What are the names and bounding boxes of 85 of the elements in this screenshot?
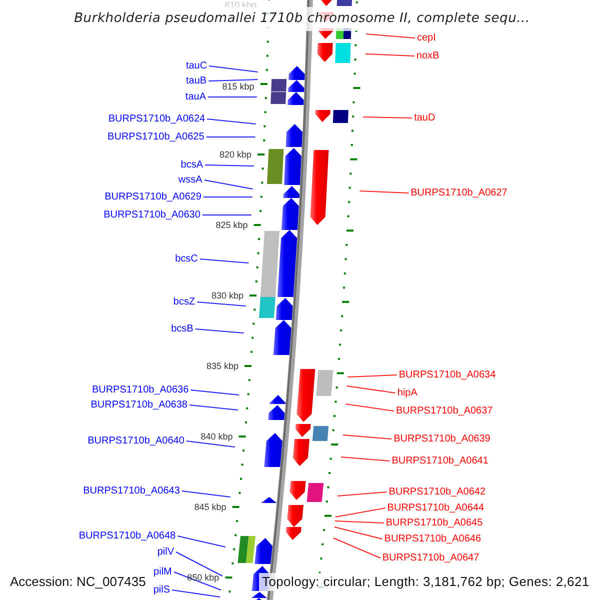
leader-line [194, 328, 244, 334]
leader-line [202, 214, 252, 216]
leader-line [366, 34, 416, 38]
gene-arrow [295, 424, 311, 437]
leader-line [340, 456, 390, 462]
leader-line [362, 116, 413, 118]
scale-label: 830 kbp [211, 290, 244, 300]
gene-arrow [288, 66, 305, 80]
gene-label: pilS [153, 584, 170, 596]
scale-label: 835 kbp [206, 361, 238, 371]
gene-label: BURPS1710b_A0637 [396, 406, 493, 416]
gene-label: BURPS1710b_A0630 [104, 210, 200, 220]
leader-line [359, 190, 410, 194]
gene-label: BURPS1710b_A0644 [387, 502, 484, 514]
leader-line [208, 66, 258, 72]
leader-line [204, 180, 254, 190]
gene-arrow [315, 110, 330, 122]
gene-arrow [290, 481, 306, 500]
gene-label: BURPS1710b_A0627 [410, 188, 508, 198]
gene-label: BURPS1710b_A0638 [90, 400, 188, 410]
gene-arrow [254, 538, 272, 564]
gene-label: tauC [186, 60, 208, 72]
scale-label: 845 kbp [194, 502, 226, 512]
gene-label: BURPS1710b_A0647 [382, 552, 480, 564]
gene-arrow [260, 497, 277, 503]
gene-arrow [264, 433, 282, 467]
gene-label: bcsZ [173, 296, 196, 308]
gene-label: BURPS1710b_A0629 [104, 192, 202, 202]
gene-label: BURPS1710b_A0636 [92, 384, 189, 396]
gene-arrow [296, 369, 316, 422]
gene-label: pilM [154, 566, 172, 578]
scale-label: 825 kbp [216, 220, 248, 230]
scale-label: 840 kbp [200, 432, 233, 442]
leader-line [334, 520, 384, 524]
leader-line [206, 136, 256, 138]
gene-arrow [292, 439, 310, 466]
gene-label: BURPS1710b_A0625 [108, 132, 204, 142]
leader-line [190, 390, 240, 396]
gene-arrow [288, 80, 304, 92]
gene-label: tauB [186, 76, 207, 86]
scale-label: 810 kbp [224, 0, 257, 10]
leader-line [206, 118, 256, 124]
leader-line [334, 508, 386, 518]
gene-label: BURPS1710b_A0640 [88, 436, 184, 446]
leader-line [208, 96, 258, 98]
leader-line [196, 302, 246, 306]
leader-line [199, 258, 250, 264]
scale-label: 820 kbp [219, 150, 252, 160]
gene-label: BURPS1710b_A0634 [398, 370, 496, 380]
gene-label: cepI [417, 32, 436, 44]
leader-line [345, 404, 394, 412]
scale-label: 850 kbp [187, 572, 220, 582]
gene-label: tauD [414, 112, 436, 124]
gene-label: bcsC [175, 254, 198, 264]
leader-line [346, 386, 396, 394]
gene-label: bcsA [180, 160, 203, 170]
scale-label: 815 kbp [222, 82, 254, 92]
leader-line [204, 164, 254, 166]
leader-line [336, 492, 388, 496]
gene-label: BURPS1710b_A0645 [386, 518, 483, 528]
leader-line [364, 54, 415, 56]
leader-line [177, 536, 226, 548]
gene-label: BURPS1710b_A0646 [384, 534, 482, 544]
leader-line [347, 374, 398, 378]
gene-arrow [288, 92, 304, 105]
gene-label: bcsB [171, 324, 194, 334]
leader-line [342, 434, 392, 440]
leader-line [202, 196, 253, 198]
gene-label: wssA [178, 174, 202, 186]
gene-label: BURPS1710b_A0624 [108, 114, 206, 124]
gene-label: BURPS1710b_A0641 [392, 456, 488, 466]
leader-line [208, 79, 258, 82]
gene-label: pilV [157, 546, 174, 558]
gene-label: noxB [416, 50, 440, 62]
leader-line [186, 440, 236, 448]
gene-label: BURPS1710b_A0643 [83, 486, 180, 496]
gene-label: hipA [397, 388, 418, 398]
gene-arrow [319, 0, 334, 6]
gene-label: tauA [185, 92, 206, 102]
leader-line [189, 404, 238, 410]
leader-line [181, 490, 231, 498]
gene-label: BURPS1710b_A0648 [78, 530, 176, 542]
gene-arrow [317, 43, 333, 62]
gene-label: BURPS1710b_A0639 [394, 434, 490, 444]
gene-label: BURPS1710b_A0642 [388, 486, 486, 498]
